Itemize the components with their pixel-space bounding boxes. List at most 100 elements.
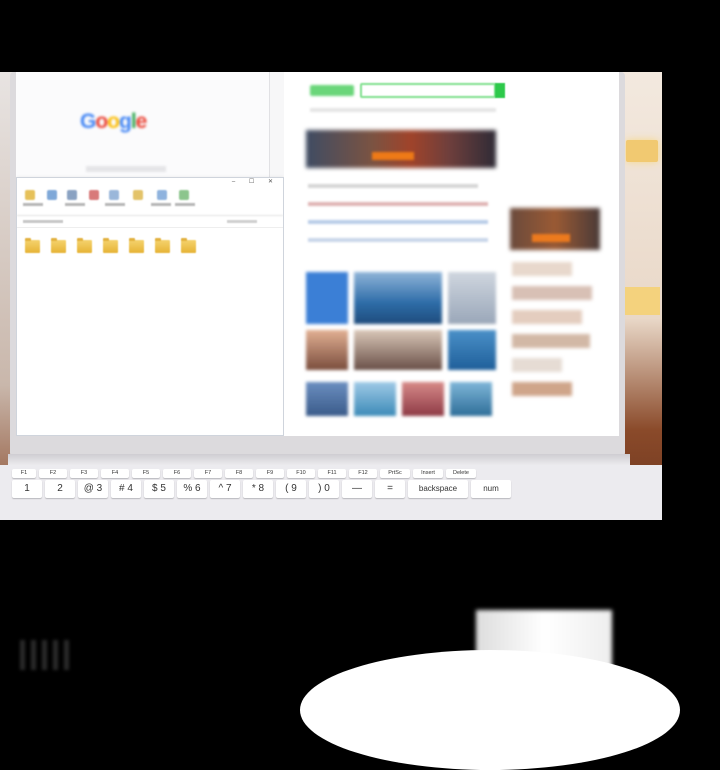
news-thumbnail[interactable] (448, 272, 496, 324)
key-delete[interactable]: Delete (446, 469, 476, 478)
file-explorer-window: – ☐ ✕ (16, 177, 284, 436)
sidebar-item[interactable] (512, 358, 562, 372)
key-f8[interactable]: F8 (225, 469, 253, 478)
key-9[interactable]: ( 9 (276, 480, 306, 498)
key-8[interactable]: * 8 (243, 480, 273, 498)
portal-menu-row[interactable] (308, 184, 478, 188)
key-3[interactable]: @ 3 (78, 480, 108, 498)
laptop-keyboard: F1 F2 F3 F4 F5 F6 F7 F8 F9 F10 F11 F12 PrtSc Insert De… (0, 465, 662, 520)
folder-icon (155, 238, 170, 253)
bottom-white-arc (300, 650, 680, 770)
folder-icon (103, 238, 118, 253)
news-thumbnail[interactable] (354, 330, 442, 370)
function-key-row: F1 F2 F3 F4 F5 F6 F7 F8 F9 F10 F11 F12 PrtSc Insert De… (12, 469, 662, 478)
key-5[interactable]: $ 5 (144, 480, 174, 498)
folder-item[interactable] (77, 238, 93, 253)
key-f9[interactable]: F9 (256, 469, 284, 478)
sidebar-item[interactable] (512, 334, 590, 348)
key-f12[interactable]: F12 (349, 469, 377, 478)
side-ad[interactable] (510, 208, 600, 250)
ribbon-delete-icon[interactable] (89, 190, 99, 200)
key-—[interactable]: — (342, 480, 372, 498)
bottom-dark-shapes (20, 640, 69, 670)
number-key-row: 1 2 @ 3 # 4 $ 5% 6 ^ 7 * 8( 9) 0— = backspace num (12, 480, 662, 498)
explorer-address-bar[interactable] (17, 216, 283, 228)
key-0[interactable]: ) 0 (309, 480, 339, 498)
google-browser-window: Google (16, 72, 270, 182)
folder-item[interactable] (25, 238, 41, 253)
google-logo-letter: o (95, 110, 108, 133)
side-ad-cta[interactable] (532, 234, 570, 242)
portal-link-row[interactable] (308, 202, 488, 206)
key-f3[interactable]: F3 (70, 469, 98, 478)
news-thumbnail[interactable] (306, 272, 348, 324)
google-logo-letter: e (135, 110, 148, 133)
key-f10[interactable]: F10 (287, 469, 315, 478)
portal-link-row[interactable] (308, 220, 488, 224)
news-thumbnail[interactable] (306, 330, 348, 370)
ribbon-new-folder-icon[interactable] (133, 190, 143, 200)
news-thumbnail[interactable] (402, 382, 444, 416)
shelf-light (624, 287, 660, 315)
sidebar-item[interactable] (512, 262, 572, 276)
folder-list (25, 238, 197, 253)
news-thumbnail[interactable] (306, 382, 348, 416)
sidebar-list (512, 262, 602, 406)
key-f1[interactable]: F1 (12, 469, 36, 478)
key-6[interactable]: % 6 (177, 480, 207, 498)
portal-search-input[interactable] (360, 83, 496, 98)
folder-item[interactable] (51, 238, 67, 253)
key-4[interactable]: # 4 (111, 480, 141, 498)
ribbon-select-icon[interactable] (179, 190, 189, 200)
key-f11[interactable]: F11 (318, 469, 346, 478)
key-num[interactable]: num (471, 480, 511, 498)
sidebar-item[interactable] (512, 310, 582, 324)
portal-nav[interactable] (310, 108, 496, 112)
google-logo: Google (80, 110, 148, 134)
news-thumbnail[interactable] (354, 272, 442, 324)
folder-icon (51, 238, 66, 253)
key-f5[interactable]: F5 (132, 469, 160, 478)
key-f2[interactable]: F2 (39, 469, 67, 478)
key-insert[interactable]: Insert (413, 469, 443, 478)
portal-link-row[interactable] (308, 238, 488, 242)
key-prtsc[interactable]: PrtSc (380, 469, 410, 478)
portal-search-button[interactable] (495, 83, 505, 98)
banner-cta[interactable] (372, 152, 414, 160)
folder-item[interactable] (129, 238, 145, 253)
folder-item[interactable] (155, 238, 171, 253)
ribbon-paste-icon[interactable] (67, 190, 77, 200)
sidebar-item[interactable] (512, 382, 572, 396)
ribbon-copy-icon[interactable] (47, 190, 57, 200)
laptop-screen: Google – ☐ ✕ (16, 72, 619, 436)
ribbon-properties-icon[interactable] (157, 190, 167, 200)
key-7[interactable]: ^ 7 (210, 480, 240, 498)
google-logo-letter: G (80, 110, 96, 133)
news-thumbnail[interactable] (448, 330, 496, 370)
portal-logo[interactable] (310, 85, 354, 96)
google-search-bar[interactable] (86, 166, 166, 172)
key-f4[interactable]: F4 (101, 469, 129, 478)
window-controls[interactable]: – ☐ ✕ (232, 178, 279, 185)
explorer-ribbon (17, 186, 283, 216)
key-f6[interactable]: F6 (163, 469, 191, 478)
news-thumbnail[interactable] (354, 382, 396, 416)
key-2[interactable]: 2 (45, 480, 75, 498)
wall-lamp (626, 140, 658, 162)
folder-icon (77, 238, 92, 253)
news-thumbnail[interactable] (450, 382, 492, 416)
news-thumbnail-grid-2 (306, 382, 492, 416)
key-f7[interactable]: F7 (194, 469, 222, 478)
key-=[interactable]: = (375, 480, 405, 498)
key-1[interactable]: 1 (12, 480, 42, 498)
ribbon-pin-icon[interactable] (25, 190, 35, 200)
portal-banner-ad[interactable] (306, 130, 496, 168)
laptop-photo: Google – ☐ ✕ F1 F2 F3 F4 F5 F6 F7 F8 F9 … (0, 72, 662, 520)
key-backspace[interactable]: backspace (408, 480, 468, 498)
sidebar-item[interactable] (512, 286, 592, 300)
folder-item[interactable] (181, 238, 197, 253)
google-logo-letter: o (107, 110, 120, 133)
room-background (620, 72, 662, 520)
ribbon-rename-icon[interactable] (109, 190, 119, 200)
folder-item[interactable] (103, 238, 119, 253)
